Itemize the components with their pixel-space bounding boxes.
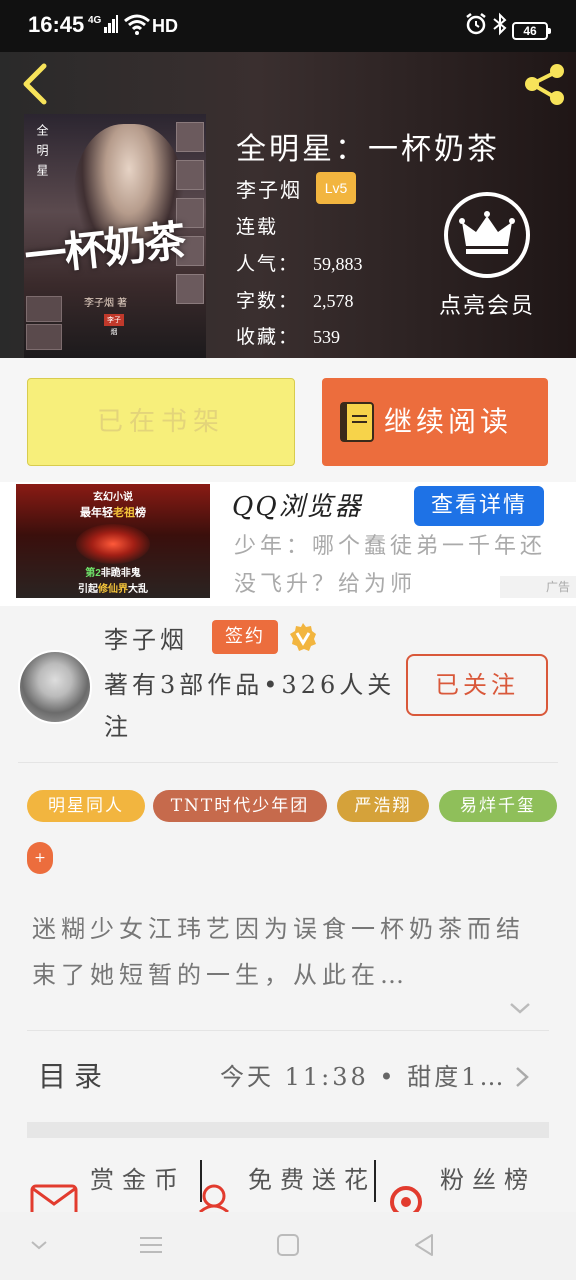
vip-circle <box>444 192 530 278</box>
book-cover[interactable]: 全明星 一杯奶茶 李子烟 著 李子烟 <box>24 114 206 358</box>
book-icon <box>340 402 374 442</box>
book-favorites: 收藏： 539 <box>236 322 340 349</box>
chevron-down-icon[interactable] <box>24 1230 54 1260</box>
separator <box>374 1160 376 1202</box>
vip-button[interactable]: 点亮会员 <box>432 192 542 322</box>
continue-reading-label: 继续阅读 <box>384 405 513 438</box>
hd-indicator: HD <box>152 16 178 36</box>
vip-label: 点亮会员 <box>438 294 535 319</box>
favorites-value: 539 <box>313 327 341 347</box>
ad-image-glow <box>76 524 150 564</box>
fan-ranking-icon <box>390 1186 422 1212</box>
action-buttons: 已在书架 继续阅读 <box>0 358 576 482</box>
on-shelf-button[interactable]: 已在书架 <box>27 378 295 466</box>
cover-photo-tiles-left <box>24 294 64 354</box>
book-author[interactable]: 李子烟 <box>236 174 302 203</box>
fan-ranking-button[interactable]: 粉丝榜 <box>440 1160 536 1195</box>
status-time: 16:45 <box>28 12 85 37</box>
system-nav-bar <box>0 1212 576 1280</box>
bluetooth-icon <box>493 12 507 36</box>
author-level-badge: Lv5 <box>316 172 356 204</box>
popularity-label: 人气： <box>236 253 300 275</box>
bottom-action-strip: 赏金币 免费送花 粉丝榜 <box>0 1140 576 1212</box>
ad-image[interactable]: 玄幻小说 最年轻老祖榜 第2非跪非鬼 引起修仙界大乱 <box>16 484 210 598</box>
alarm-icon <box>466 13 486 35</box>
cover-stamp: 李子烟 <box>104 314 124 336</box>
table-of-contents-row[interactable]: 目录 今天 11:38 • 甜度1… <box>0 1031 576 1121</box>
book-header: 全明星 一杯奶茶 李子烟 著 李子烟 全明星：一杯奶茶 李子烟 Lv5 连载 人… <box>0 52 576 358</box>
reward-coins-button[interactable]: 赏金币 <box>90 1160 186 1195</box>
tag-item[interactable]: TNT时代少年团 <box>153 790 327 822</box>
ad-image-line2: 最年轻老祖榜 <box>80 507 146 519</box>
back-icon[interactable] <box>18 62 54 106</box>
toc-latest-chapter: 今天 11:38 • 甜度1… <box>220 1063 507 1091</box>
tag-list: 明星同人 TNT时代少年团 严浩翔 易烊千玺 + <box>27 790 557 890</box>
cover-side-text: 全明星 <box>35 124 49 184</box>
book-synopsis[interactable]: 迷糊少女江玮艺因为误食一杯奶茶而结束了她短暂的一生，从此在… <box>32 906 548 998</box>
words-label: 字数： <box>236 290 300 312</box>
chevron-right-icon <box>516 1067 529 1087</box>
following-button[interactable]: 已关注 <box>406 654 548 716</box>
book-status: 连载 <box>236 216 279 238</box>
book-words: 字数： 2,578 <box>236 286 354 313</box>
ad-image-line3: 第2非跪非鬼 <box>85 568 141 579</box>
tag-item[interactable]: 严浩翔 <box>337 790 429 822</box>
back-nav-icon[interactable] <box>410 1230 440 1260</box>
tag-item[interactable]: 明星同人 <box>27 790 145 822</box>
popularity-value: 59,883 <box>313 254 363 274</box>
verified-icon <box>290 623 316 651</box>
words-value: 2,578 <box>313 291 354 311</box>
battery-indicator: 46 <box>512 22 551 40</box>
book-title: 全明星：一杯奶茶 <box>236 132 500 167</box>
status-bar: 16:45 4G HD 46 <box>0 0 576 52</box>
ad-image-line1: 玄幻小说 <box>93 492 133 503</box>
signed-badge: 签约 <box>212 620 278 654</box>
flower-icon <box>199 1184 229 1212</box>
book-detail-page: 16:45 4G HD 46 全明星 一杯奶茶 李子烟 著 李子烟 全明星：一杯… <box>0 0 576 1280</box>
chevron-down-icon[interactable] <box>508 1000 532 1016</box>
ad-view-details-button[interactable]: 查看详情 <box>414 486 544 526</box>
ad-label: 广告 <box>500 576 576 598</box>
ad-title: QQ浏览器 <box>232 492 363 522</box>
menu-icon[interactable] <box>136 1230 166 1260</box>
author-card-name: 李子烟 <box>104 626 188 654</box>
add-tag-button[interactable]: + <box>27 842 53 874</box>
share-icon[interactable] <box>520 60 568 108</box>
toc-label: 目录 <box>38 1060 111 1093</box>
ad-image-line4: 引起修仙界大乱 <box>78 584 148 595</box>
tag-item[interactable]: 易烊千玺 <box>439 790 557 822</box>
coin-envelope-icon <box>30 1184 78 1212</box>
author-stats: 著有3部作品•326人关注 <box>104 671 396 741</box>
divider <box>18 762 558 763</box>
ad-banner[interactable]: 玄幻小说 最年轻老祖榜 第2非跪非鬼 引起修仙界大乱 QQ浏览器 查看详情 少年… <box>0 482 576 606</box>
cover-author-mark: 李子烟 著 <box>84 298 128 309</box>
signal-icon <box>104 15 118 33</box>
home-icon[interactable] <box>273 1230 303 1260</box>
author-avatar[interactable] <box>18 650 92 724</box>
favorites-label: 收藏： <box>236 326 300 348</box>
wifi-icon <box>124 14 150 41</box>
continue-reading-button[interactable]: 继续阅读 <box>322 378 548 466</box>
crown-icon <box>459 211 515 254</box>
send-flowers-button[interactable]: 免费送花 <box>248 1160 376 1195</box>
section-divider <box>27 1122 549 1138</box>
book-popularity: 人气： 59,883 <box>236 249 363 276</box>
author-card[interactable]: 李子烟 签约 著有3部作品•326人关注 已关注 <box>0 606 576 766</box>
network-type: 4G <box>88 15 102 26</box>
